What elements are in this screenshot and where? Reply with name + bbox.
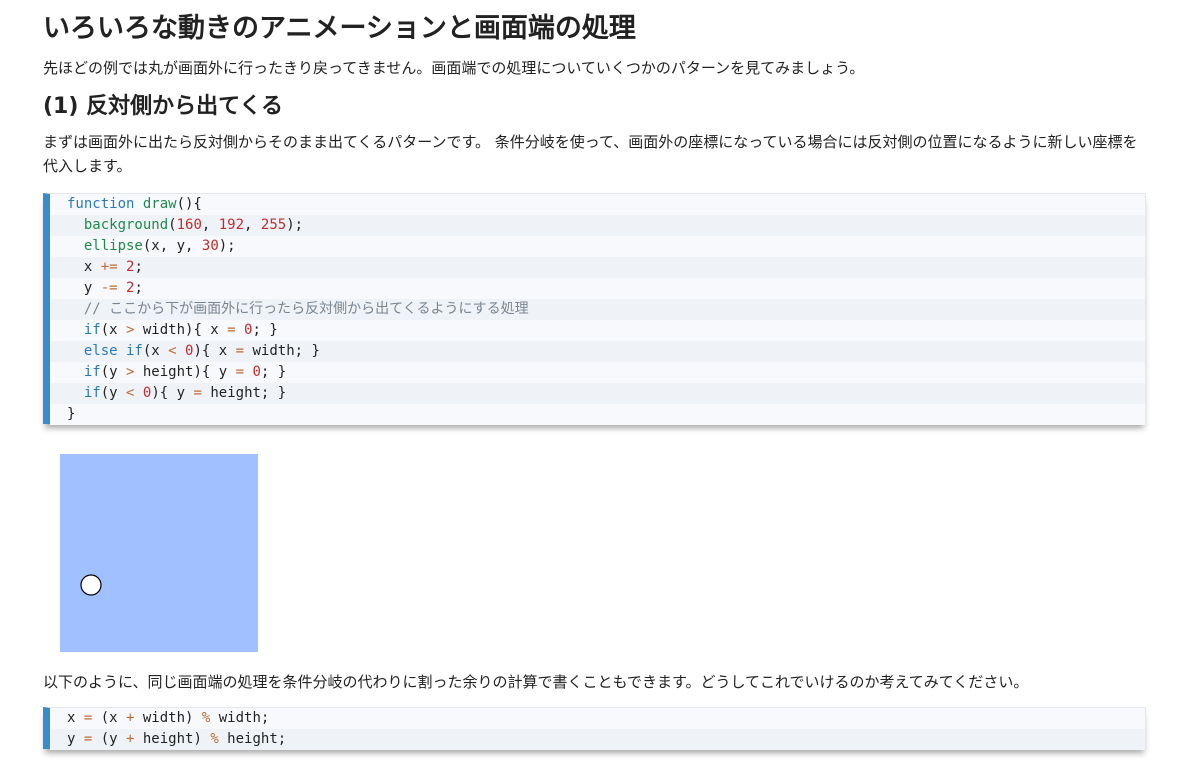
- code-token: ;: [134, 259, 143, 275]
- code-token: width;: [210, 710, 270, 726]
- code-token: =: [193, 385, 202, 401]
- code-token: (x, y,: [142, 238, 202, 254]
- code-line: // ここから下が画面外に行ったら反対側から出てくるようにする処理: [50, 299, 1145, 320]
- canvas-background: [60, 454, 258, 652]
- code-token: if: [83, 322, 101, 338]
- code-token: ){ y: [151, 385, 194, 401]
- code-token: height): [134, 731, 211, 747]
- code-line: }: [50, 404, 1145, 425]
- code-token: // ここから下が画面外に行ったら反対側から出てくるようにする処理: [67, 301, 529, 317]
- demo-canvas: [60, 454, 258, 652]
- code-token: draw: [142, 196, 177, 212]
- code-token: width){ x: [134, 322, 228, 338]
- code-token: ){ x: [193, 343, 236, 359]
- code-token: height){ y: [134, 364, 236, 380]
- code-token: =: [235, 364, 245, 380]
- code-token: (x: [100, 322, 127, 338]
- code-token: (x: [92, 710, 127, 726]
- code-token: 192: [218, 217, 245, 233]
- code-token: y: [67, 731, 84, 747]
- code-token: y: [67, 280, 101, 296]
- code-token: 160: [176, 217, 202, 233]
- code-token: (x: [142, 343, 169, 359]
- code-token: ellipse: [83, 238, 143, 254]
- code-token: ,: [244, 217, 261, 233]
- code-token: ; }: [260, 364, 287, 380]
- code-token: +=: [100, 259, 118, 275]
- code-token: height;: [218, 731, 287, 747]
- code-token: =: [235, 343, 245, 359]
- code-line: background(160, 192, 255);: [50, 215, 1145, 236]
- code-block-modulo[interactable]: x = (x + width) % width; y = (y + height)…: [43, 707, 1146, 750]
- code-token: );: [286, 217, 304, 233]
- code-token: (: [168, 217, 177, 233]
- intro-paragraph: 先ほどの例では丸が画面外に行ったきり戻ってきません。画面端での処理についていくつ…: [43, 59, 865, 77]
- section-heading: (1) 反対側から出てくる: [43, 94, 283, 119]
- code-token: else if: [83, 343, 143, 359]
- code-block-draw[interactable]: function draw(){ background(160, 192, 25…: [43, 193, 1146, 425]
- code-token: ,: [201, 217, 219, 233]
- code-line: x = (x + width) % width;: [50, 708, 1145, 729]
- code-token: );: [218, 238, 236, 254]
- code-token: (y: [100, 385, 127, 401]
- code-token: -=: [100, 280, 118, 296]
- code-token: background: [83, 217, 169, 233]
- code-token: width; }: [244, 343, 320, 359]
- code-token: %: [210, 731, 219, 747]
- page-title: いろいろな動きのアニメーションと画面端の処理: [43, 13, 636, 44]
- code-token: <: [168, 343, 177, 359]
- code-token: 30: [201, 238, 219, 254]
- code-token: (y: [92, 731, 127, 747]
- code-line: y -= 2;: [50, 278, 1145, 299]
- code-token: height; }: [201, 385, 287, 401]
- code-token: x: [67, 259, 101, 275]
- code-token: ; }: [252, 322, 278, 338]
- code-token: (y: [100, 364, 127, 380]
- code-line: x += 2;: [50, 257, 1145, 278]
- code-token: if: [83, 364, 101, 380]
- code-line: function draw(){: [50, 194, 1145, 215]
- code-token: }: [67, 406, 76, 422]
- code-token: (){: [176, 196, 202, 212]
- code-line: y = (y + height) % height;: [50, 729, 1145, 750]
- section-description: まずは画面外に出たら反対側からそのまま出てくるパターンです。 条件分岐を使って、…: [43, 133, 1138, 175]
- code-token: x: [67, 710, 84, 726]
- code-token: width): [134, 710, 202, 726]
- ball: [80, 574, 102, 596]
- code-token: 0: [252, 364, 261, 380]
- code-line: if(y < 0){ y = height; }: [50, 383, 1145, 404]
- code-token: if: [83, 385, 101, 401]
- code-line: if(x > width){ x = 0; }: [50, 320, 1145, 341]
- code-token: =: [227, 322, 236, 338]
- code-token: ;: [134, 280, 143, 296]
- code-token: function: [67, 196, 143, 212]
- code-token: 255: [260, 217, 287, 233]
- code-line: ellipse(x, y, 30);: [50, 236, 1145, 257]
- outro-paragraph: 以下のように、同じ画面端の処理を条件分岐の代わりに割った余りの計算で書くこともで…: [43, 673, 1029, 691]
- code-line: if(y > height){ y = 0; }: [50, 362, 1145, 383]
- code-line: else if(x < 0){ x = width; }: [50, 341, 1145, 362]
